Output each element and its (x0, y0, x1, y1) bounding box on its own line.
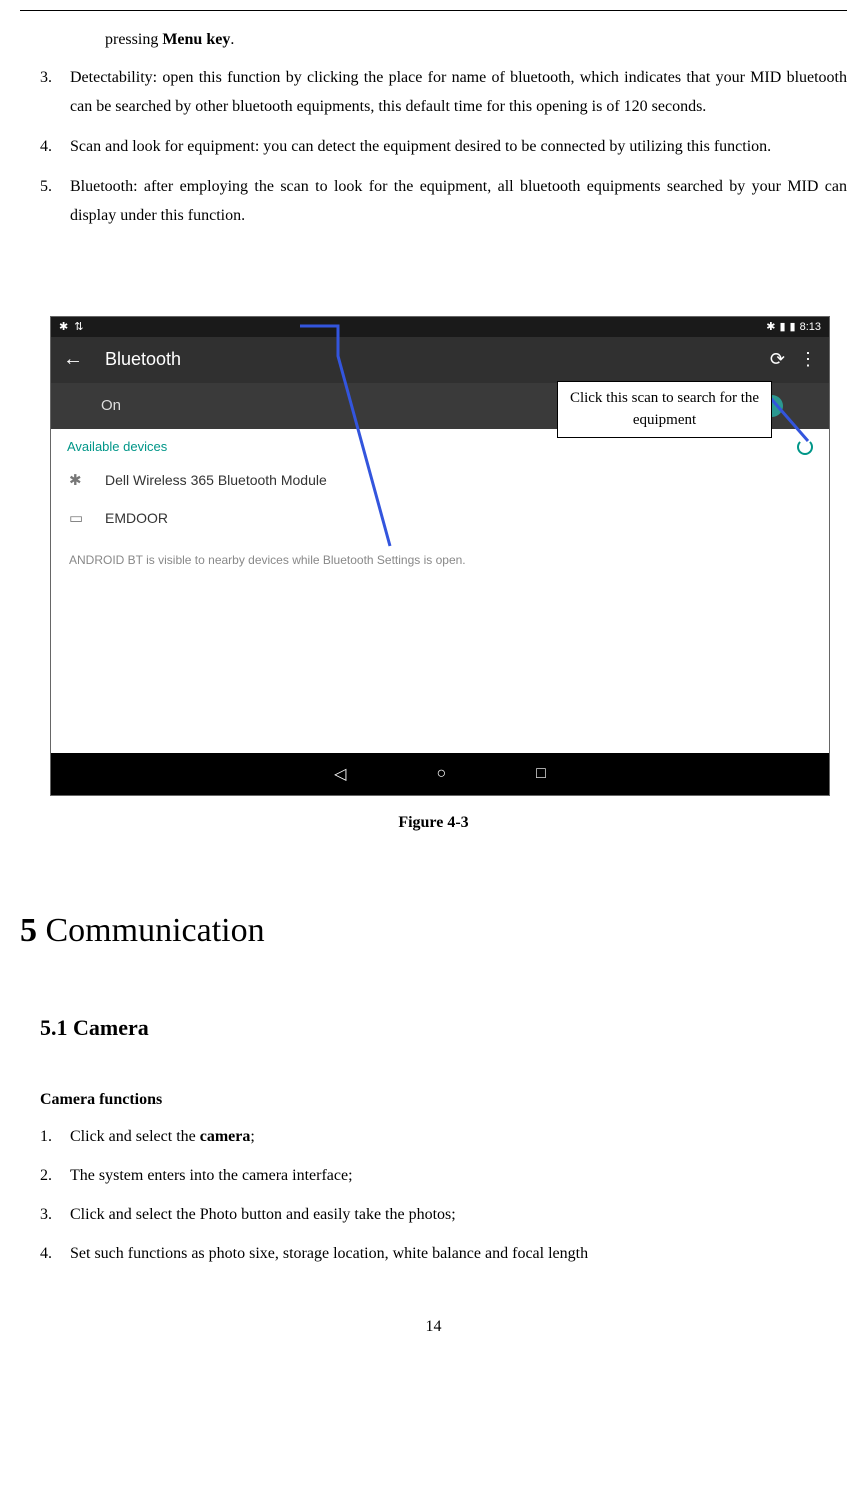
camera-instructions: 1. Click and select the camera; 2. The s… (20, 1123, 847, 1268)
chapter-heading: 5 Communication (20, 912, 847, 950)
list-item: 1. Click and select the camera; (20, 1123, 847, 1150)
page-number: 14 (20, 1318, 847, 1336)
device-name: EMDOOR (105, 510, 168, 526)
list-number: 4. (20, 1240, 70, 1267)
list-text: Click and select the Photo button and ea… (70, 1201, 847, 1228)
list-number: 3. (20, 63, 70, 122)
section-heading: 5.1 Camera (40, 1015, 847, 1041)
bluetooth-icon: ✱ (766, 320, 775, 333)
list-number: 2. (20, 1162, 70, 1189)
bluetooth-status-icon: ✱ (59, 320, 68, 333)
continuation-line: pressing Menu key. (105, 26, 847, 55)
bluetooth-instructions: 3. Detectability: open this function by … (20, 63, 847, 231)
overflow-menu-icon[interactable]: ⋮ (799, 349, 817, 370)
list-item: 3. Detectability: open this function by … (20, 63, 847, 122)
list-text: Bluetooth: after employing the scan to l… (70, 172, 847, 231)
list-item: 3. Click and select the Photo button and… (20, 1201, 847, 1228)
list-text: Scan and look for equipment: you can det… (70, 132, 847, 162)
list-item: 5. Bluetooth: after employing the scan t… (20, 172, 847, 231)
list-text: Set such functions as photo sixe, storag… (70, 1240, 847, 1267)
figure-container: Click this and open the detectability fu… (20, 316, 847, 832)
list-text: Click and select the camera; (70, 1123, 847, 1150)
list-item: 2. The system enters into the camera int… (20, 1162, 847, 1189)
toggle-label: On (101, 397, 121, 414)
nav-recent-icon[interactable]: □ (536, 765, 546, 783)
status-bar: ✱ ⇅ ✱ ▮ ▮ 8:13 (51, 317, 829, 337)
list-number: 5. (20, 172, 70, 231)
nav-bar: ◁ ○ □ (51, 753, 829, 795)
back-icon[interactable]: ← (63, 348, 83, 371)
list-number: 3. (20, 1201, 70, 1228)
header-title: Bluetooth (105, 349, 181, 370)
figure-caption: Figure 4-3 (20, 814, 847, 832)
refresh-icon[interactable]: ⟳ (770, 349, 785, 370)
network-status-icon: ⇅ (74, 320, 83, 333)
list-number: 1. (20, 1123, 70, 1150)
visibility-note: ANDROID BT is visible to nearby devices … (51, 537, 829, 583)
nav-home-icon[interactable]: ○ (436, 765, 446, 783)
callout-scan: Click this scan to search for the equipm… (557, 381, 772, 438)
list-item: 4. Set such functions as photo sixe, sto… (20, 1240, 847, 1267)
list-text: The system enters into the camera interf… (70, 1162, 847, 1189)
laptop-device-icon: ▭ (69, 509, 87, 527)
signal-icon: ▮ (779, 320, 785, 333)
clock-time: 8:13 (800, 321, 821, 333)
device-name: Dell Wireless 365 Bluetooth Module (105, 472, 327, 488)
device-row[interactable]: ✱ Dell Wireless 365 Bluetooth Module (51, 461, 829, 499)
list-text: Detectability: open this function by cli… (70, 63, 847, 122)
bluetooth-header: ← Bluetooth ⟳ ⋮ (51, 337, 829, 383)
arrow-left (300, 316, 420, 556)
list-number: 4. (20, 132, 70, 162)
battery-icon: ▮ (790, 320, 796, 333)
nav-back-icon[interactable]: ◁ (334, 764, 346, 784)
device-row[interactable]: ▭ EMDOOR (51, 499, 829, 537)
camera-functions-heading: Camera functions (40, 1091, 847, 1109)
bluetooth-device-icon: ✱ (69, 471, 87, 489)
list-item: 4. Scan and look for equipment: you can … (20, 132, 847, 162)
